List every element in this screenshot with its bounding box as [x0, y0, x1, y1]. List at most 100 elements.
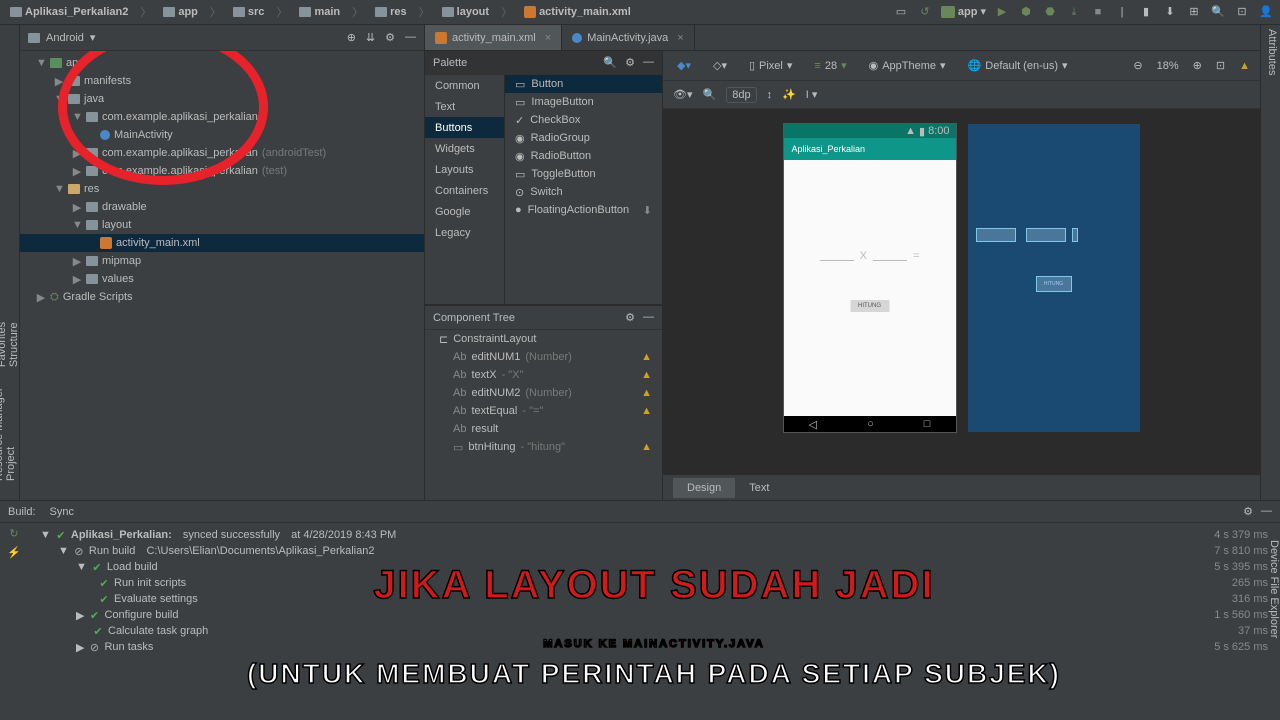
palette-item-switch[interactable]: ⊙Switch: [505, 183, 662, 201]
project-tree[interactable]: ▼app ▶manifests ▼java ▼com.example.aplik…: [20, 51, 424, 500]
palette-cat-legacy[interactable]: Legacy: [425, 222, 504, 243]
bc-res[interactable]: res: [371, 5, 411, 19]
warning-icon[interactable]: ▲: [1239, 60, 1250, 72]
bc-app[interactable]: app: [159, 5, 202, 19]
profile-icon[interactable]: ⬣: [1042, 4, 1058, 20]
bc-file[interactable]: activity_main.xml: [520, 5, 635, 19]
ct-textx[interactable]: AbtextX- "X"▲: [425, 366, 662, 384]
ct-result[interactable]: Abresult: [425, 420, 662, 438]
orientation-dropdown[interactable]: ◇▾: [709, 57, 731, 74]
close-icon[interactable]: ×: [677, 32, 683, 44]
zoom-out-icon[interactable]: ⊖: [1133, 59, 1142, 72]
tab-activity-main[interactable]: activity_main.xml×: [425, 25, 562, 50]
magnifier-icon[interactable]: 🔍: [703, 88, 717, 101]
search-icon[interactable]: 🔍: [603, 56, 617, 69]
gear-icon[interactable]: ⚙: [625, 311, 635, 324]
rail-attributes[interactable]: Attributes: [1266, 29, 1278, 496]
align-icon[interactable]: ↕: [767, 89, 773, 101]
wand-icon[interactable]: ✨: [782, 88, 796, 101]
palette-item-fab[interactable]: ●FloatingActionButton⬇: [505, 201, 662, 219]
palette-cat-containers[interactable]: Containers: [425, 180, 504, 201]
palette-cat-common[interactable]: Common: [425, 75, 504, 96]
rail-devicefileexplorer[interactable]: Device File Explorer: [1268, 540, 1280, 638]
tab-text[interactable]: Text: [735, 478, 783, 498]
bc-layout[interactable]: layout: [438, 5, 493, 19]
hide-icon[interactable]: —: [643, 56, 654, 69]
ct-root[interactable]: ⊏ConstraintLayout: [425, 330, 662, 348]
text-align-icon[interactable]: I ▾: [806, 88, 818, 101]
toolbar-actions: ▭ ↺ app ▾ ▶ ⬢ ⬣ ⤓ ■ | ▮ ⬇ ⊞ 🔍 ⊡ 👤: [893, 4, 1274, 20]
margin-selector[interactable]: 8dp: [726, 87, 756, 103]
sync-icon[interactable]: ↺: [917, 4, 933, 20]
palette-item-button[interactable]: ▭Button: [505, 75, 662, 93]
sdk-icon[interactable]: ⬇: [1162, 4, 1178, 20]
rail-structure[interactable]: Structure: [8, 300, 20, 367]
palette: Common Text Buttons Widgets Layouts Cont…: [425, 75, 662, 305]
palette-cat-widgets[interactable]: Widgets: [425, 138, 504, 159]
ct-editnum1[interactable]: AbeditNUM1(Number)▲: [425, 348, 662, 366]
tree-item-activity-main[interactable]: activity_main.xml: [20, 234, 424, 252]
zoom-fit-icon[interactable]: ⊡: [1216, 59, 1225, 72]
run-icon[interactable]: ▶: [994, 4, 1010, 20]
zoom-value: 18%: [1157, 60, 1179, 72]
bc-project[interactable]: Aplikasi_Perkalian2: [6, 5, 132, 19]
structure-icon[interactable]: ⊞: [1186, 4, 1202, 20]
rail-resmgr[interactable]: Resource Manager: [0, 29, 5, 481]
stop-icon[interactable]: ■: [1090, 4, 1106, 20]
preview-design[interactable]: ▲▮8:00 Aplikasi_Perkalian X= HITUNG ◁○□: [784, 124, 956, 432]
palette-item-checkbox[interactable]: ✓CheckBox: [505, 111, 662, 129]
editor-tabs: activity_main.xml× MainActivity.java×: [425, 25, 1260, 51]
bc-src[interactable]: src: [229, 5, 269, 19]
preview-blueprint[interactable]: HITUNG: [968, 124, 1140, 432]
ct-btnhitung[interactable]: ▭btnHitung- "hitung"▲: [425, 438, 662, 456]
settings-icon[interactable]: ⊡: [1234, 4, 1250, 20]
hide-icon[interactable]: —: [405, 31, 416, 44]
collapse-icon[interactable]: ⇊: [366, 31, 375, 44]
build-label: Build:: [8, 506, 36, 518]
theme-dropdown[interactable]: ◉ AppTheme▾: [865, 57, 950, 74]
tab-mainactivity[interactable]: MainActivity.java×: [562, 25, 695, 50]
rail-project[interactable]: Project: [5, 29, 17, 481]
run-config[interactable]: app ▾: [941, 4, 986, 20]
gear-icon[interactable]: ⚙: [625, 56, 635, 69]
filter-icon[interactable]: ⚡: [7, 546, 21, 559]
hide-icon[interactable]: —: [643, 311, 654, 324]
hide-icon[interactable]: —: [1261, 505, 1272, 518]
gear-icon[interactable]: ⚙: [385, 31, 395, 44]
palette-item-radiogroup[interactable]: ◉RadioGroup: [505, 129, 662, 147]
palette-item-radiobutton[interactable]: ◉RadioButton: [505, 147, 662, 165]
attach-icon[interactable]: ⤓: [1066, 4, 1082, 20]
device-icon[interactable]: ▭: [893, 4, 909, 20]
palette-cat-google[interactable]: Google: [425, 201, 504, 222]
view-options[interactable]: 👁▾: [673, 88, 693, 101]
download-icon[interactable]: ⬇: [643, 204, 652, 217]
bc-main[interactable]: main: [295, 5, 344, 19]
avd-icon[interactable]: ▮: [1138, 4, 1154, 20]
user-icon[interactable]: 👤: [1258, 4, 1274, 20]
palette-cat-text[interactable]: Text: [425, 96, 504, 117]
build-panel: Build:Sync ⚙— ↻ ⚡ ▼✔Aplikasi_Perkalian: …: [0, 500, 1280, 720]
close-icon[interactable]: ×: [545, 32, 551, 44]
palette-item-togglebutton[interactable]: ▭ToggleButton: [505, 165, 662, 183]
locale-dropdown[interactable]: 🌐 Default (en-us)▾: [964, 57, 1072, 74]
gear-icon[interactable]: ⚙: [1243, 505, 1253, 518]
palette-item-imagebutton[interactable]: ▭ImageButton: [505, 93, 662, 111]
debug-icon[interactable]: ⬢: [1018, 4, 1034, 20]
project-view-selector[interactable]: Android ▾: [28, 31, 95, 44]
device-dropdown[interactable]: ▯ Pixel▾: [745, 57, 796, 74]
target-icon[interactable]: ⊕: [347, 31, 356, 44]
tab-design[interactable]: Design: [673, 478, 735, 498]
zoom-in-icon[interactable]: ⊕: [1193, 59, 1202, 72]
restart-icon[interactable]: ↻: [9, 527, 18, 540]
api-dropdown[interactable]: ≡ 28▾: [810, 57, 850, 74]
component-tree: Component Tree⚙— ⊏ConstraintLayout Abedi…: [425, 305, 662, 500]
ct-editnum2[interactable]: AbeditNUM2(Number)▲: [425, 384, 662, 402]
search-icon[interactable]: 🔍: [1210, 4, 1226, 20]
palette-cat-layouts[interactable]: Layouts: [425, 159, 504, 180]
build-sync-tab[interactable]: Sync: [50, 506, 74, 518]
top-toolbar: Aplikasi_Perkalian2〉 app〉 src〉 main〉 res…: [0, 0, 1280, 25]
ct-textequal[interactable]: AbtextEqual- "="▲: [425, 402, 662, 420]
eye-dropdown[interactable]: ◆▾: [673, 57, 695, 74]
rail-favorites[interactable]: Favorites: [0, 300, 8, 367]
palette-cat-buttons[interactable]: Buttons: [425, 117, 504, 138]
